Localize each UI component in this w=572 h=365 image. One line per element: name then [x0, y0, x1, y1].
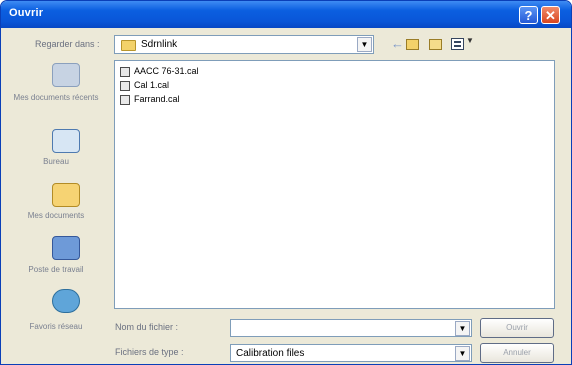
open-dialog: Ouvrir ? ✕ Regarder dans : Sdrnlink ▼ ← …: [0, 0, 572, 365]
my-computer-icon: [52, 236, 80, 260]
cal-file-icon: [120, 95, 130, 105]
place-my-documents[interactable]: Mes documents: [6, 175, 106, 235]
open-button[interactable]: Ouvrir: [480, 318, 554, 338]
back-arrow-icon[interactable]: ←: [391, 36, 404, 51]
chevron-down-icon[interactable]: ▼: [357, 37, 372, 52]
place-network[interactable]: Favoris réseau: [6, 285, 106, 345]
file-name: AACC 76-31.cal: [134, 66, 199, 76]
place-label: Poste de travail: [28, 265, 84, 274]
network-globe-icon: [52, 289, 80, 313]
up-folder-icon[interactable]: [406, 39, 419, 50]
filename-field[interactable]: ▼: [230, 319, 472, 337]
cancel-button[interactable]: Annuler: [480, 343, 554, 363]
new-folder-icon[interactable]: [429, 39, 442, 50]
cal-file-icon: [120, 67, 130, 77]
filetype-label: Fichiers de type :: [115, 347, 184, 357]
chevron-down-icon[interactable]: ▼: [455, 346, 470, 361]
place-label: Bureau: [43, 157, 69, 166]
file-list[interactable]: AACC 76-31.cal Cal 1.cal Farrand.cal: [114, 60, 555, 309]
filename-label: Nom du fichier :: [115, 322, 179, 332]
place-recent-documents[interactable]: Mes documents récents: [6, 57, 106, 117]
file-name: Cal 1.cal: [134, 80, 170, 90]
my-documents-icon: [52, 183, 80, 207]
look-in-dropdown[interactable]: Sdrnlink ▼: [114, 35, 374, 54]
chevron-down-icon[interactable]: ▼: [455, 321, 470, 336]
desktop-icon: [52, 129, 80, 153]
filetype-select[interactable]: Calibration files ▼: [230, 344, 472, 362]
place-label: Mes documents récents: [13, 93, 99, 102]
place-label: Favoris réseau: [29, 322, 83, 331]
folder-icon: [121, 40, 136, 51]
window-title: Ouvrir: [9, 7, 44, 19]
title-bar[interactable]: Ouvrir ? ✕: [1, 1, 571, 28]
view-menu-icon[interactable]: [451, 38, 464, 50]
file-name: Farrand.cal: [134, 94, 180, 104]
look-in-value: Sdrnlink: [141, 39, 178, 50]
close-icon[interactable]: ✕: [541, 6, 560, 24]
place-label: Mes documents: [27, 211, 85, 220]
cal-file-icon: [120, 81, 130, 91]
place-desktop[interactable]: Bureau: [6, 119, 106, 179]
recent-documents-icon: [52, 63, 80, 87]
place-my-computer[interactable]: Poste de travail: [6, 229, 106, 289]
filetype-value: Calibration files: [236, 348, 305, 359]
look-in-label: Regarder dans :: [35, 39, 100, 49]
places-bar: Mes documents récents Bureau Mes documen…: [6, 57, 106, 353]
help-icon[interactable]: ?: [519, 6, 538, 24]
view-menu-chevron-icon[interactable]: ▼: [466, 36, 474, 45]
